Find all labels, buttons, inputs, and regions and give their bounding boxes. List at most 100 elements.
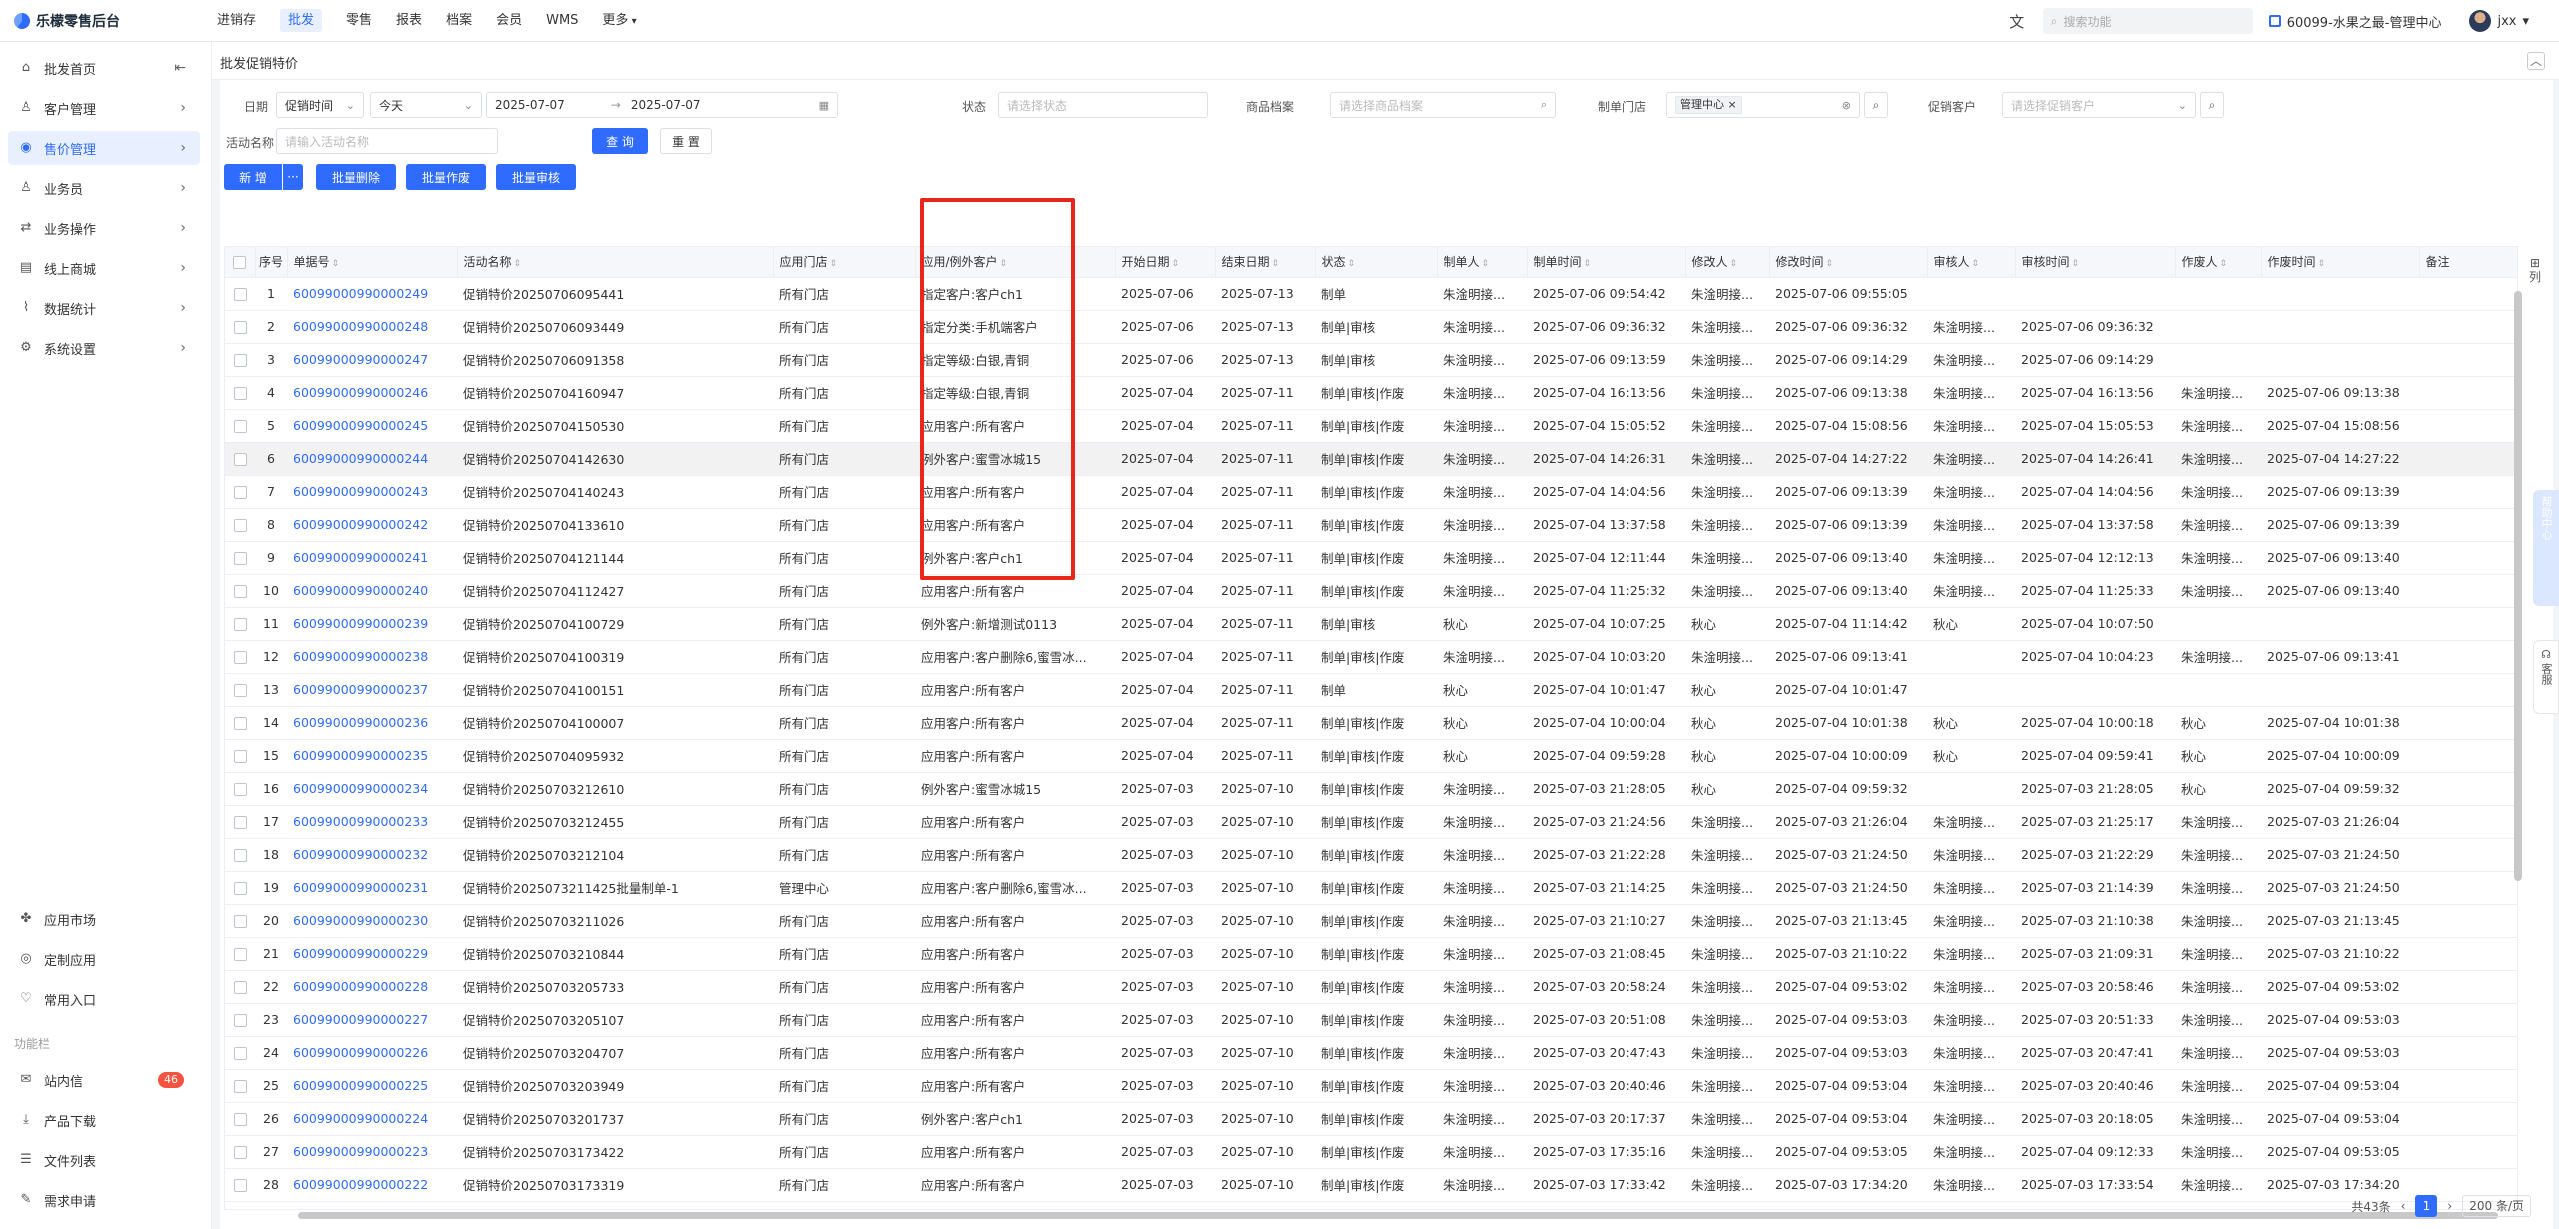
row-checkbox[interactable]: [233, 849, 247, 862]
close-icon[interactable]: ×: [1728, 98, 1737, 111]
sort-icon[interactable]: ⇕: [830, 259, 838, 269]
row-checkbox[interactable]: [233, 387, 247, 400]
translate-icon[interactable]: 文: [2005, 11, 2029, 32]
table-row[interactable]: 1 60099000990000249 促销特价20250706095441 所有门店…: [225, 277, 2517, 311]
sidebar-item[interactable]: ✤ 应用市场: [8, 902, 200, 936]
chevron-right-icon[interactable]: ›: [180, 100, 186, 116]
document-number-link[interactable]: 60099000990000236: [287, 706, 457, 740]
sort-icon[interactable]: ⇕: [1348, 259, 1356, 269]
row-checkbox-cell[interactable]: [225, 1102, 255, 1136]
sort-icon[interactable]: ⇕: [1730, 259, 1738, 269]
row-checkbox[interactable]: [233, 354, 247, 367]
column-header[interactable]: 应用/例外客户 ⇕: [915, 247, 1116, 278]
store-search-button[interactable]: ⌕: [1864, 92, 1888, 118]
sidebar-item[interactable]: ♙ 业务员 ›: [8, 171, 200, 205]
column-header[interactable]: 备注: [2419, 247, 2517, 278]
table-row[interactable]: 12 60099000990000238 促销特价20250704100319 所有门…: [225, 640, 2517, 674]
tab-wholesale-promo[interactable]: 批发促销特价: [220, 53, 298, 72]
search-icon[interactable]: ⌕: [1541, 98, 1547, 112]
document-number-link[interactable]: 60099000990000226: [287, 1036, 457, 1070]
table-row[interactable]: 19 60099000990000231 促销特价2025073211425批量制单…: [225, 871, 2517, 905]
row-checkbox[interactable]: [233, 1014, 247, 1027]
nav-item[interactable]: 零售: [334, 0, 384, 42]
chevron-right-icon[interactable]: ›: [180, 220, 186, 236]
batch-void-button[interactable]: 批量作废: [406, 164, 486, 190]
row-checkbox[interactable]: [233, 618, 247, 631]
table-row[interactable]: 25 60099000990000225 促销特价20250703203949 所有门…: [225, 1069, 2517, 1103]
table-row[interactable]: 7 60099000990000243 促销特价20250704140243 所有门店…: [225, 475, 2517, 509]
document-number-link[interactable]: 60099000990000243: [287, 475, 457, 509]
table-row[interactable]: 4 60099000990000246 促销特价20250704160947 所有门店…: [225, 376, 2517, 410]
document-number-link[interactable]: 60099000990000232: [287, 838, 457, 872]
row-checkbox[interactable]: [233, 684, 247, 697]
column-header[interactable]: 审核时间 ⇕: [2015, 247, 2176, 278]
row-checkbox[interactable]: [233, 948, 247, 961]
document-number-link[interactable]: 60099000990000249: [287, 277, 457, 311]
column-header[interactable]: 作废时间 ⇕: [2261, 247, 2420, 278]
current-page[interactable]: 1: [2415, 1195, 2438, 1217]
table-row[interactable]: 5 60099000990000245 促销特价20250704150530 所有门店…: [225, 409, 2517, 443]
row-checkbox-cell[interactable]: [225, 739, 255, 773]
chevron-right-icon[interactable]: ›: [180, 260, 186, 276]
row-checkbox-cell[interactable]: [225, 343, 255, 377]
table-row[interactable]: 10 60099000990000240 促销特价20250704112427 所有门…: [225, 574, 2517, 608]
row-checkbox[interactable]: [233, 915, 247, 928]
prev-page-button[interactable]: ‹: [2401, 1199, 2406, 1213]
row-checkbox[interactable]: [233, 783, 247, 796]
row-checkbox[interactable]: [233, 1080, 247, 1093]
row-checkbox[interactable]: [233, 750, 247, 763]
sort-icon[interactable]: ⇕: [2220, 259, 2228, 269]
customer-search-button[interactable]: ⌕: [2200, 92, 2224, 118]
vertical-scrollbar[interactable]: [2514, 291, 2522, 881]
column-header[interactable]: 状态 ⇕: [1315, 247, 1438, 278]
sidebar-item[interactable]: ♙ 客户管理 ›: [8, 91, 200, 125]
collapse-icon[interactable]: ︿: [2527, 52, 2545, 70]
help-center-float[interactable]: 帮助中心: [2533, 490, 2559, 606]
table-row[interactable]: 18 60099000990000232 促销特价20250703212104 所有门…: [225, 838, 2517, 872]
table-row[interactable]: 24 60099000990000226 促销特价20250703204707 所有门…: [225, 1036, 2517, 1070]
row-checkbox[interactable]: [233, 1146, 247, 1159]
document-number-link[interactable]: 60099000990000246: [287, 376, 457, 410]
goods-select[interactable]: 请选择商品档案 ⌕: [1330, 92, 1556, 118]
table-row[interactable]: 13 60099000990000237 促销特价20250704100151 所有门…: [225, 673, 2517, 707]
document-number-link[interactable]: 60099000990000239: [287, 607, 457, 641]
row-checkbox-cell[interactable]: [225, 937, 255, 971]
table-row[interactable]: 27 60099000990000223 促销特价20250703173422 所有门…: [225, 1135, 2517, 1169]
select-all-checkbox-cell[interactable]: [225, 247, 256, 278]
row-checkbox-cell[interactable]: [225, 805, 255, 839]
function-search-input[interactable]: ⌕ 搜索功能: [2042, 8, 2253, 34]
table-row[interactable]: 26 60099000990000224 促销特价20250703201737 所有门…: [225, 1102, 2517, 1136]
row-checkbox-cell[interactable]: [225, 1036, 255, 1070]
sort-icon[interactable]: ⇕: [332, 259, 340, 269]
document-number-link[interactable]: 60099000990000240: [287, 574, 457, 608]
row-checkbox[interactable]: [233, 288, 247, 301]
table-row[interactable]: 14 60099000990000236 促销特价20250704100007 所有门…: [225, 706, 2517, 740]
row-checkbox-cell[interactable]: [225, 475, 255, 509]
document-number-link[interactable]: 60099000990000228: [287, 970, 457, 1004]
row-checkbox[interactable]: [233, 585, 247, 598]
row-checkbox-cell[interactable]: [225, 607, 255, 641]
row-checkbox[interactable]: [233, 552, 247, 565]
sort-icon[interactable]: ⇕: [514, 259, 522, 269]
store-select[interactable]: 管理中心 × ⊗: [1666, 92, 1860, 118]
sort-icon[interactable]: ⇕: [1272, 259, 1280, 269]
collapse-sidebar-icon[interactable]: ⇤: [174, 60, 186, 76]
page-size-select[interactable]: 200 条/页: [2462, 1195, 2531, 1217]
user-menu[interactable]: jxx ▾: [2469, 10, 2529, 32]
row-checkbox[interactable]: [233, 1179, 247, 1192]
document-number-link[interactable]: 60099000990000234: [287, 772, 457, 806]
app-logo[interactable]: 乐檬零售后台: [14, 11, 120, 31]
sidebar-item[interactable]: ⌂ 批发首页 ⇤: [8, 51, 200, 85]
nav-item[interactable]: 会员: [484, 0, 534, 42]
more-button[interactable]: ···: [283, 164, 303, 190]
next-page-button[interactable]: ›: [2447, 1199, 2452, 1213]
document-number-link[interactable]: 60099000990000230: [287, 904, 457, 938]
row-checkbox-cell[interactable]: [225, 1069, 255, 1103]
row-checkbox-cell[interactable]: [225, 970, 255, 1004]
chevron-right-icon[interactable]: ›: [180, 340, 186, 356]
row-checkbox[interactable]: [233, 981, 247, 994]
document-number-link[interactable]: 60099000990000225: [287, 1069, 457, 1103]
table-row[interactable]: 9 60099000990000241 促销特价20250704121144 所有门店…: [225, 541, 2517, 575]
column-header[interactable]: 审核人 ⇕: [1927, 247, 2016, 278]
row-checkbox[interactable]: [233, 453, 247, 466]
